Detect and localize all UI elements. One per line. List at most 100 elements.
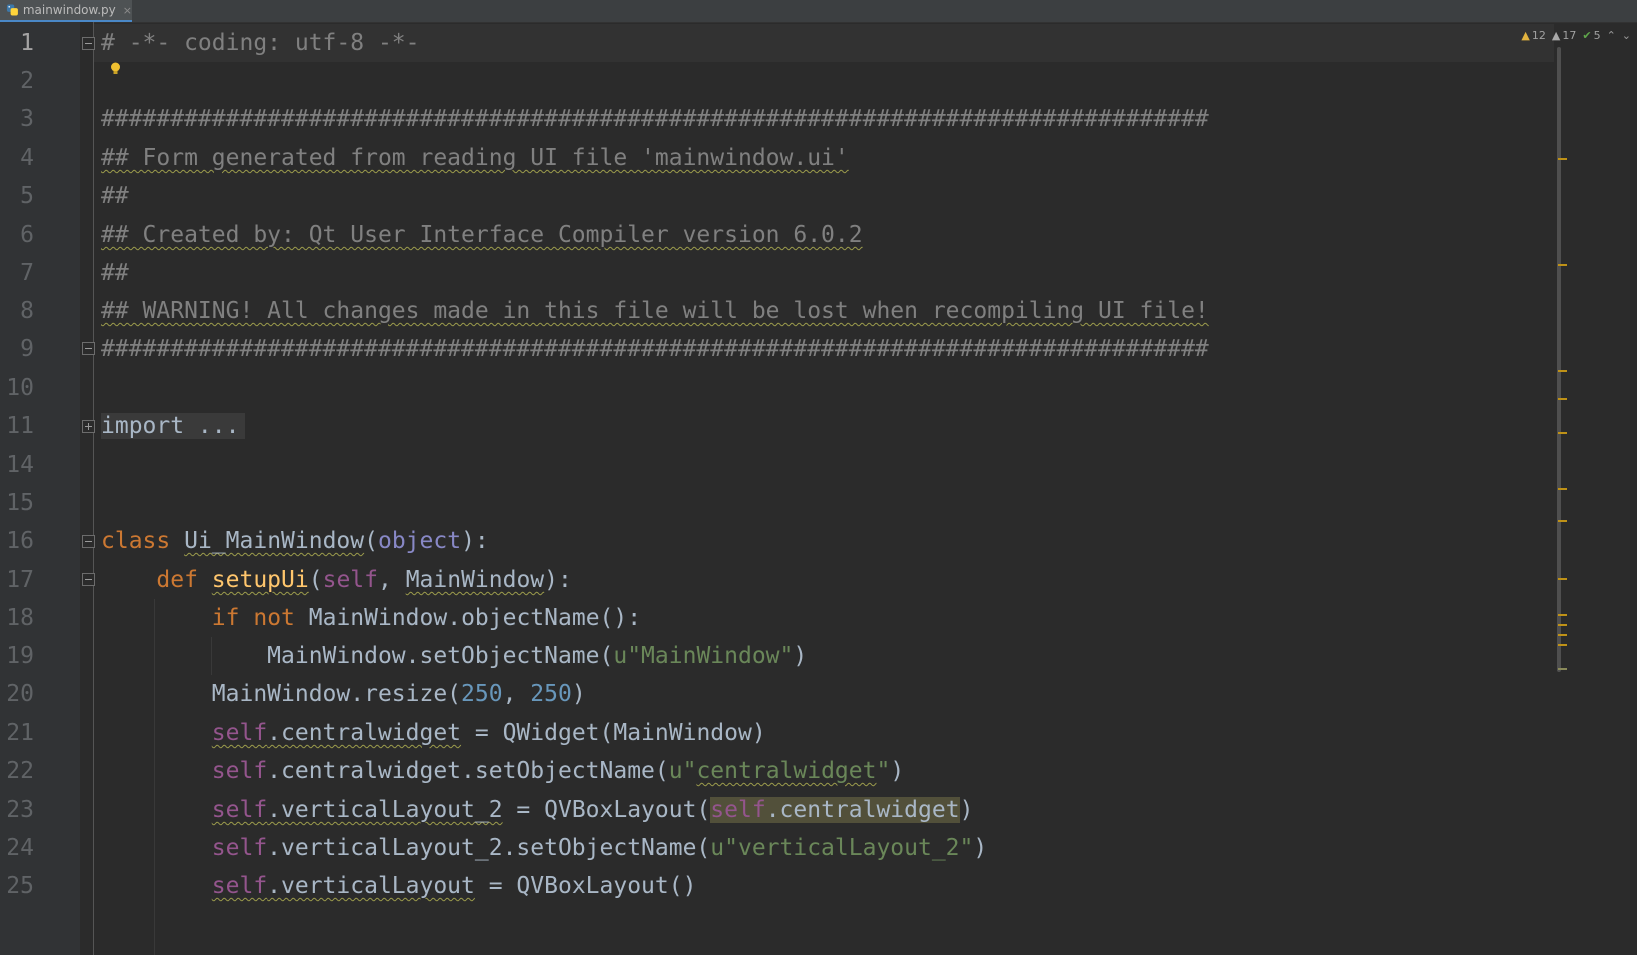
lightbulb-icon[interactable] (110, 62, 121, 76)
fold-expand-icon[interactable] (82, 420, 95, 433)
line-number: 18 (6, 605, 34, 631)
token: class (101, 528, 171, 554)
error-stripe-mark[interactable] (1558, 634, 1567, 636)
token: , (377, 567, 406, 593)
token: ) (959, 797, 974, 823)
error-stripe-mark[interactable] (1558, 370, 1567, 372)
token: ) (571, 681, 586, 707)
token: self (710, 797, 766, 823)
code-line-24[interactable]: self.verticalLayout_2.setObjectName(u"ve… (101, 829, 987, 867)
editor-tab-bar: mainwindow.py × (0, 0, 1637, 23)
code-line-23[interactable]: self.verticalLayout_2 = QVBoxLayout(self… (101, 791, 973, 829)
token: 250 (530, 681, 572, 707)
folded-imports[interactable]: import ... (101, 413, 246, 439)
code-line-21[interactable]: self.centralwidget = QWidget(MainWindow) (101, 714, 766, 752)
token: = QVBoxLayout( (502, 797, 711, 823)
token: not (253, 605, 295, 631)
code-line-25[interactable]: self.verticalLayout = QVBoxLayout() (101, 867, 697, 905)
fold-collapse-icon[interactable] (82, 573, 95, 586)
token: ): (461, 528, 489, 554)
error-stripe-mark[interactable] (1558, 398, 1567, 400)
token: MainWindow.setObjectName( (267, 643, 614, 669)
warnings-count: 12 (1531, 28, 1546, 42)
warnings-indicator[interactable]: ▲ 12 (1521, 29, 1545, 42)
comment-text: ## WARNING! All changes made in this fil… (101, 298, 1209, 324)
error-stripe-mark[interactable] (1558, 520, 1567, 522)
error-stripe-mark[interactable] (1558, 644, 1567, 646)
token: = QWidget(MainWindow) (461, 720, 766, 746)
error-stripe-mark[interactable] (1558, 624, 1567, 626)
tab-close-icon[interactable]: × (123, 4, 132, 17)
code-line-18[interactable]: if not MainWindow.objectName(): (101, 599, 641, 637)
token: u"MainWindow" (613, 643, 794, 669)
error-stripe-mark[interactable] (1558, 578, 1567, 580)
line-number: 7 (20, 260, 34, 286)
weak-warnings-indicator[interactable]: ▲ 17 (1552, 29, 1576, 42)
token: MainWindow.objectName(): (308, 605, 642, 631)
tab-label: mainwindow.py (22, 3, 116, 17)
code-line-6[interactable]: ## Created by: Qt User Interface Compile… (101, 216, 863, 254)
code-line-5[interactable]: ## (101, 177, 129, 215)
weak-warnings-count: 17 (1562, 28, 1577, 42)
token: object (377, 528, 462, 554)
line-number: 17 (6, 567, 34, 593)
fold-collapse-icon[interactable] (82, 535, 95, 548)
token: setupUi (211, 567, 309, 593)
code-line-11[interactable]: import ... (101, 407, 246, 445)
token: .verticalLayout_2.setObjectName( (267, 835, 711, 861)
previous-highlight-icon[interactable]: ⌃ (1607, 29, 1616, 42)
error-stripe-mark[interactable] (1558, 488, 1567, 490)
code-line-7[interactable]: ## (101, 254, 129, 292)
line-number: 14 (6, 452, 34, 478)
error-stripe-mark[interactable] (1558, 158, 1567, 160)
token: self (211, 720, 268, 746)
code-line-3[interactable]: ########################################… (101, 100, 1209, 138)
code-line-4[interactable]: ## Form generated from reading UI file '… (101, 139, 849, 177)
fold-end-icon[interactable] (82, 342, 95, 355)
line-number: 11 (6, 413, 34, 439)
token: .verticalLayout (267, 873, 475, 899)
fold-collapse-icon[interactable] (82, 37, 95, 50)
line-number: 21 (6, 720, 34, 746)
token: self (211, 797, 268, 823)
gutter-divider (93, 22, 94, 955)
fold-gutter (80, 22, 94, 955)
token: Ui_MainWindow (184, 528, 365, 554)
inspection-widget[interactable]: ▲ 12 ▲ 17 ✔ 5 ⌃ ⌄ (1521, 26, 1637, 44)
token: " (876, 758, 891, 784)
weak-warning-icon: ▲ (1551, 28, 1561, 42)
line-number: 16 (6, 528, 34, 554)
error-stripe-mark[interactable] (1558, 614, 1567, 616)
error-stripe-mark[interactable] (1558, 432, 1567, 434)
code-line-9[interactable]: ########################################… (101, 330, 1209, 368)
line-number: 1 (20, 30, 34, 56)
line-number: 10 (6, 375, 34, 401)
error-stripe-mark[interactable] (1558, 668, 1567, 670)
next-highlight-icon[interactable]: ⌄ (1622, 29, 1631, 42)
line-number: 4 (20, 145, 34, 171)
code-line-22[interactable]: self.centralwidget.setObjectName(u"centr… (101, 752, 904, 790)
token: self (211, 835, 268, 861)
code-line-1[interactable]: # -*- coding: utf-8 -*- (101, 24, 420, 62)
typos-indicator[interactable]: ✔ 5 (1582, 29, 1600, 42)
code-line-17[interactable]: def setupUi(self, MainWindow): (101, 561, 571, 599)
token: MainWindow.resize( (211, 681, 462, 707)
code-line-16[interactable]: class Ui_MainWindow(object): (101, 522, 489, 560)
code-line-8[interactable]: ## WARNING! All changes made in this fil… (101, 292, 1209, 330)
token: = QVBoxLayout() (474, 873, 697, 899)
tab-mainwindow-py[interactable]: mainwindow.py × (0, 0, 132, 22)
line-number: 3 (20, 106, 34, 132)
code-line-19[interactable]: MainWindow.setObjectName(u"MainWindow") (101, 637, 807, 675)
token: ( (364, 528, 378, 554)
line-number: 6 (20, 222, 34, 248)
line-number: 8 (20, 298, 34, 324)
error-stripe-mark[interactable] (1558, 264, 1567, 266)
warning-icon: ▲ (1521, 28, 1530, 42)
token: ) (890, 758, 905, 784)
token: .centralwidget.setObjectName( (267, 758, 669, 784)
token: self (322, 567, 378, 593)
line-number: 2 (20, 68, 34, 94)
typo-check-icon: ✔ (1582, 28, 1592, 42)
line-number: 24 (6, 835, 34, 861)
code-line-20[interactable]: MainWindow.resize(250, 250) (101, 675, 586, 713)
